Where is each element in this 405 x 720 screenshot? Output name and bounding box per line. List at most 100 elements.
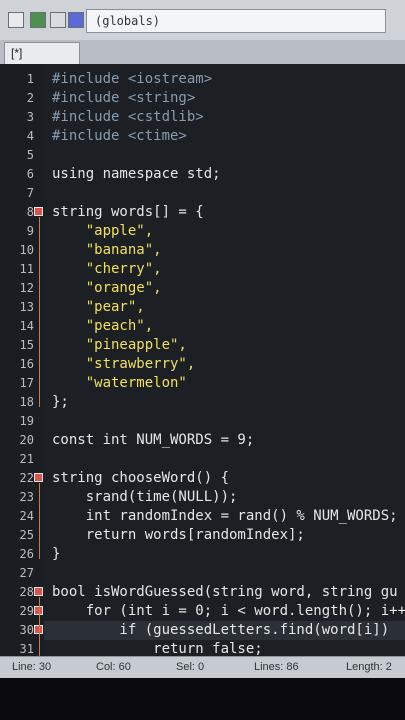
code-line[interactable]: 17 "watermelon": [0, 374, 405, 393]
code-text: const int NUM_WORDS = 9;: [52, 432, 255, 448]
status-col: Col: 60: [96, 661, 131, 673]
code-text: "apple",: [52, 223, 154, 239]
code-text: #include <cstdlib>: [52, 109, 204, 125]
code-line[interactable]: 18};: [0, 393, 405, 412]
line-number: 18: [19, 395, 34, 409]
code-text: #include <ctime>: [52, 128, 187, 144]
line-number: 4: [26, 129, 34, 143]
code-text: };: [52, 394, 69, 410]
code-line[interactable]: 16 "strawberry",: [0, 355, 405, 374]
status-length: Length: 2: [346, 661, 392, 673]
line-number: 21: [19, 452, 34, 466]
monitor-bezel: [0, 678, 405, 720]
fold-toggle-icon[interactable]: [34, 473, 43, 482]
line-number: 12: [19, 281, 34, 295]
code-line[interactable]: 12 "orange",: [0, 279, 405, 298]
line-number: 30: [19, 623, 34, 637]
code-text: }: [52, 546, 61, 562]
code-text: for (int i = 0; i < word.length(); i++: [52, 603, 405, 619]
code-line[interactable]: 3 #include <cstdlib>: [0, 108, 405, 127]
code-line[interactable]: 7: [0, 184, 405, 203]
code-line[interactable]: 5: [0, 146, 405, 165]
code-line[interactable]: 11 "cherry",: [0, 260, 405, 279]
code-text: if (guessedLetters.find(word[i]): [52, 622, 390, 638]
code-line[interactable]: 1 #include <iostream>: [0, 70, 405, 89]
line-number: 22: [19, 471, 34, 485]
code-line[interactable]: 8 string words[] = {: [0, 203, 405, 222]
line-number: 19: [19, 414, 34, 428]
code-text: #include <string>: [52, 90, 196, 106]
code-text: "watermelon": [52, 375, 187, 391]
code-line[interactable]: 14 "peach",: [0, 317, 405, 336]
code-line[interactable]: 31 return false;: [0, 640, 405, 656]
code-text: string words[] = {: [52, 204, 204, 220]
code-text: srand(time(NULL));: [52, 489, 238, 505]
code-line[interactable]: 30 if (guessedLetters.find(word[i]): [0, 621, 405, 640]
code-line[interactable]: 10 "banana",: [0, 241, 405, 260]
tab-guess-cpp[interactable]: [*] guess.cpp: [4, 42, 80, 74]
scope-combo[interactable]: (globals): [86, 9, 386, 33]
tab-bar: [*] guess.cpp: [0, 40, 405, 74]
code-text: "cherry",: [52, 261, 162, 277]
status-lines: Lines: 86: [254, 661, 299, 673]
code-line[interactable]: 2 #include <string>: [0, 89, 405, 108]
line-number: 27: [19, 566, 34, 580]
code-line[interactable]: 19: [0, 412, 405, 431]
code-editor[interactable]: 1 #include <iostream> 2 #include <string> 3 #…: [0, 64, 405, 656]
line-number: 26: [19, 547, 34, 561]
line-number: 3: [26, 110, 34, 124]
code-line[interactable]: 22 string chooseWord() {: [0, 469, 405, 488]
fold-toggle-icon[interactable]: [34, 587, 43, 596]
code-text: "peach",: [52, 318, 154, 334]
line-number: 9: [26, 224, 34, 238]
code-text: #include <iostream>: [52, 71, 213, 87]
code-line[interactable]: 24 int randomIndex = rand() % NUM_WORDS;: [0, 507, 405, 526]
code-text: return false;: [52, 641, 263, 656]
line-number: 31: [19, 642, 34, 656]
status-bar: Line: 30 Col: 60 Sel: 0 Lines: 86 Length…: [0, 656, 405, 679]
forward-icon[interactable]: [50, 12, 66, 28]
code-line[interactable]: 15 "pineapple",: [0, 336, 405, 355]
line-number: 25: [19, 528, 34, 542]
line-number: 20: [19, 433, 34, 447]
line-number: 14: [19, 319, 34, 333]
line-number: 24: [19, 509, 34, 523]
fold-guide: [39, 483, 40, 559]
line-number: 11: [19, 262, 34, 276]
toolbar: (globals): [0, 0, 405, 41]
line-number: 6: [26, 167, 34, 181]
line-number: 2: [26, 91, 34, 105]
code-line[interactable]: 4 #include <ctime>: [0, 127, 405, 146]
line-number: 7: [26, 186, 34, 200]
code-text: "banana",: [52, 242, 162, 258]
code-line[interactable]: 25 return words[randomIndex];: [0, 526, 405, 545]
code-line[interactable]: 6 using namespace std;: [0, 165, 405, 184]
code-text: string chooseWord() {: [52, 470, 230, 486]
code-text: int randomIndex = rand() % NUM_WORDS;: [52, 508, 398, 524]
line-number: 23: [19, 490, 34, 504]
status-line: Line: 30: [12, 661, 52, 673]
code-text: "pear",: [52, 299, 145, 315]
line-number: 29: [19, 604, 34, 618]
code-text: "pineapple",: [52, 337, 187, 353]
line-number: 5: [26, 148, 34, 162]
code-line[interactable]: 13 "pear",: [0, 298, 405, 317]
back-icon[interactable]: [30, 12, 46, 28]
code-line[interactable]: 26}: [0, 545, 405, 564]
code-line[interactable]: 29 for (int i = 0; i < word.length(); i+…: [0, 602, 405, 621]
save-icon[interactable]: [68, 12, 84, 28]
code-text: "orange",: [52, 280, 162, 296]
code-line[interactable]: 23 srand(time(NULL));: [0, 488, 405, 507]
code-line[interactable]: 20 const int NUM_WORDS = 9;: [0, 431, 405, 450]
code-line[interactable]: 21: [0, 450, 405, 469]
fold-toggle-icon[interactable]: [34, 207, 43, 216]
line-number: 13: [19, 300, 34, 314]
file-icon[interactable]: [8, 12, 24, 28]
code-text: bool isWordGuessed(string word, string g…: [52, 584, 398, 600]
line-number: 1: [26, 72, 34, 86]
line-number: 10: [19, 243, 34, 257]
code-line[interactable]: 28 bool isWordGuessed(string word, string…: [0, 583, 405, 602]
code-line[interactable]: 27: [0, 564, 405, 583]
fold-guide: [39, 597, 40, 656]
code-line[interactable]: 9 "apple",: [0, 222, 405, 241]
